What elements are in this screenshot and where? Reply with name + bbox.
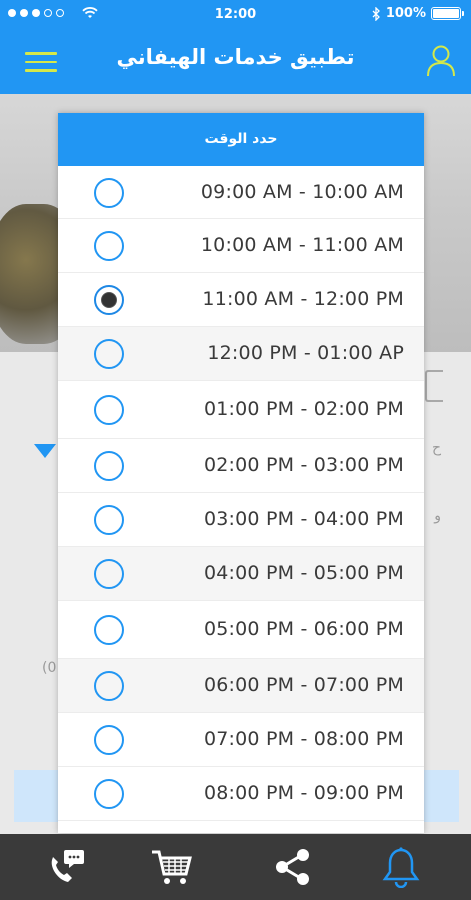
shopping-cart-icon[interactable]	[150, 846, 192, 888]
bluetooth-icon	[372, 6, 380, 21]
time-slot-label: 12:00 PM - 01:00 AP	[207, 342, 404, 364]
time-picker-dialog: حدد الوقت 09:00 AM - 10:00 AM 10:00 AM - …	[58, 113, 424, 833]
status-bar: 12:00 100%	[0, 0, 471, 30]
bottom-nav-bar	[0, 834, 471, 900]
radio-button[interactable]	[94, 395, 124, 425]
time-slot-label: 06:00 PM - 07:00 PM	[203, 674, 404, 696]
phone-chat-icon[interactable]	[44, 846, 86, 888]
time-slot-row[interactable]: 06:00 PM - 07:00 PM	[58, 659, 424, 713]
time-slot-row[interactable]: 01:00 PM - 02:00 PM	[58, 381, 424, 439]
time-slot-label: 02:00 PM - 03:00 PM	[203, 454, 404, 476]
time-slot-row[interactable]: 08:00 PM - 09:00 PM	[58, 767, 424, 821]
time-slot-label: 07:00 PM - 08:00 PM	[203, 728, 404, 750]
time-slot-list: 09:00 AM - 10:00 AM 10:00 AM - 11:00 AM 11…	[58, 166, 424, 821]
background-text: (0	[42, 660, 57, 676]
time-slot-label: 05:00 PM - 06:00 PM	[203, 618, 404, 640]
radio-button-selected[interactable]	[94, 285, 124, 315]
time-slot-label: 10:00 AM - 11:00 AM	[200, 234, 404, 256]
battery-percent: 100%	[385, 6, 426, 21]
bell-notification-icon[interactable]	[380, 846, 422, 889]
time-slot-row[interactable]: 02:00 PM - 03:00 PM	[58, 439, 424, 493]
share-icon[interactable]	[272, 846, 314, 888]
radio-button[interactable]	[94, 339, 124, 369]
time-slot-row[interactable]: 10:00 AM - 11:00 AM	[58, 219, 424, 273]
time-slot-row[interactable]: 09:00 AM - 10:00 AM	[58, 166, 424, 219]
time-slot-row[interactable]: 12:00 PM - 01:00 AP	[58, 327, 424, 381]
radio-button[interactable]	[94, 671, 124, 701]
background-text: و	[434, 508, 441, 524]
calendar-icon	[425, 370, 443, 402]
dialog-title: حدد الوقت	[58, 113, 424, 166]
radio-button[interactable]	[94, 231, 124, 261]
time-slot-label: 09:00 AM - 10:00 AM	[200, 180, 404, 203]
dropdown-arrow-icon	[34, 444, 56, 458]
time-slot-row[interactable]: 11:00 AM - 12:00 PM	[58, 273, 424, 327]
time-slot-label: 03:00 PM - 04:00 PM	[203, 508, 404, 530]
background-text: ح	[431, 440, 441, 456]
radio-button[interactable]	[94, 177, 124, 208]
radio-button[interactable]	[94, 505, 124, 535]
radio-button[interactable]	[94, 779, 124, 809]
time-slot-label: 04:00 PM - 05:00 PM	[203, 562, 404, 584]
radio-button[interactable]	[94, 559, 124, 589]
user-profile-icon[interactable]	[426, 44, 456, 78]
time-slot-row[interactable]: 07:00 PM - 08:00 PM	[58, 713, 424, 767]
time-slot-label: 11:00 AM - 12:00 PM	[202, 288, 404, 310]
radio-button[interactable]	[94, 725, 124, 755]
battery-icon	[431, 7, 464, 20]
time-slot-label: 01:00 PM - 02:00 PM	[203, 398, 404, 420]
radio-button[interactable]	[94, 615, 124, 645]
time-slot-row[interactable]: 04:00 PM - 05:00 PM	[58, 547, 424, 601]
status-right: 100%	[372, 6, 464, 21]
time-slot-row[interactable]: 05:00 PM - 06:00 PM	[58, 601, 424, 659]
time-slot-label: 08:00 PM - 09:00 PM	[203, 782, 404, 804]
time-slot-row[interactable]: 03:00 PM - 04:00 PM	[58, 493, 424, 547]
app-title: تطبيق خدمات الهيفاني	[116, 45, 355, 69]
app-header: 12:00 100% تطبيق خدمات الهيفاني	[0, 0, 471, 94]
radio-button[interactable]	[94, 451, 124, 481]
